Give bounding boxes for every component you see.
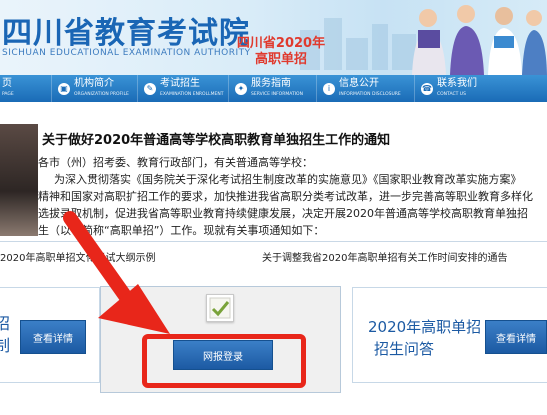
screenshot-page: 四川省教育考试院 SICHUAN EDUCATIONAL EXAMINATION…: [0, 0, 547, 415]
article-title[interactable]: 关于做好2020年普通高等学校高职教育单独招生工作的通知: [42, 129, 390, 148]
exam-icon: ✎: [144, 82, 156, 95]
article-line: 选拔录取机制，促进我省高等职业教育持续健康发展，决定开展2020年普通高等学校高…: [38, 207, 528, 220]
profile-icon: ▣: [58, 82, 70, 95]
nav-label-en: EXAMINATION ENROLLMENT: [160, 91, 224, 97]
info-icon: i: [323, 82, 335, 95]
nav-label-en: PAGE: [2, 91, 14, 97]
nav-label: 联系我们: [437, 77, 477, 89]
site-title: 四川省教育考试院: [2, 16, 250, 51]
promo-badge: 四川省2020年 高职单招: [230, 36, 332, 70]
article-line: 精神和国家对高职扩招工作的要求，加快推进我省高职分类考试改革，进一步完善高等职业…: [38, 190, 533, 203]
nav-label: 页: [2, 77, 12, 89]
article-line: 生（以下简称“高职单招”）工作。现就有关事项通知如下：: [38, 224, 325, 237]
graduates-photo: [0, 124, 38, 236]
nav-item-profile[interactable]: ▣ 机构简介 ORGANIZATION PROFILE: [52, 75, 138, 102]
site-subtitle: SICHUAN EDUCATIONAL EXAMINATION AUTHORIT…: [2, 48, 251, 58]
link-exam-outline[interactable]: 2020年高职单招文化考试大纲示例: [0, 249, 155, 264]
article-line: 为深入贯彻落实《国务院关于深化考试招生制度改革的实施意见》《国家职业教育改革实施…: [54, 173, 522, 186]
card-right-line-1: 2020年高职单招: [368, 318, 482, 336]
article-body: 各市（州）招考委、教育行政部门，有关普通高等学校： 为深入贯彻落实《国务院关于深…: [38, 154, 547, 239]
article-line: 各市（州）招考委、教育行政部门，有关普通高等学校：: [38, 156, 313, 169]
nav-item-home[interactable]: 页 PAGE: [0, 75, 52, 102]
main-nav: 页 PAGE ▣ 机构简介 ORGANIZATION PROFILE ✎ 考试招生 E…: [0, 75, 547, 102]
checkbox-icon: [206, 294, 234, 322]
right-details-button[interactable]: 查看详情: [485, 320, 547, 354]
service-icon: ✦: [235, 82, 247, 95]
link-schedule-notice[interactable]: 关于调整我省2020年高职单招有关工作时间安排的通告: [262, 249, 507, 264]
promo-line-2: 高职单招: [254, 52, 307, 67]
nav-item-contact[interactable]: ☎ 联系我们 CONTACT US: [415, 75, 495, 102]
nav-label-en: INFORMATION DISCLOSURE: [339, 91, 401, 97]
section-divider: [0, 241, 547, 242]
nav-label: 服务指南: [251, 77, 291, 89]
nav-label: 考试招生: [160, 77, 200, 89]
nav-item-service[interactable]: ✦ 服务指南 SERVICE INFORMATION: [229, 75, 317, 102]
nav-label: 信息公开: [339, 77, 379, 89]
students-illustration: [412, 5, 547, 75]
promo-line-1: 四川省2020年: [236, 36, 326, 51]
nav-label-en: ORGANIZATION PROFILE: [74, 91, 129, 97]
contact-icon: ☎: [421, 82, 433, 95]
nav-label-en: SERVICE INFORMATION: [251, 91, 303, 97]
nav-label-en: CONTACT US: [437, 91, 466, 97]
header-banner: 四川省教育考试院 SICHUAN EDUCATIONAL EXAMINATION…: [0, 0, 547, 75]
card-left-line-1: 招: [0, 314, 11, 333]
nav-label: 机构简介: [74, 77, 114, 89]
card-left-text: 招 制: [0, 313, 10, 357]
card-right-text: 2020年高职单招 招生问答: [368, 316, 481, 360]
card-left-line-2: 制: [0, 336, 11, 355]
nav-item-exam[interactable]: ✎ 考试招生 EXAMINATION ENROLLMENT: [138, 75, 229, 102]
left-details-button[interactable]: 查看详情: [20, 320, 86, 354]
card-right-line-2: 招生问答: [374, 340, 435, 358]
highlight-frame: [142, 334, 306, 388]
nav-item-info[interactable]: i 信息公开 INFORMATION DISCLOSURE: [317, 75, 415, 102]
